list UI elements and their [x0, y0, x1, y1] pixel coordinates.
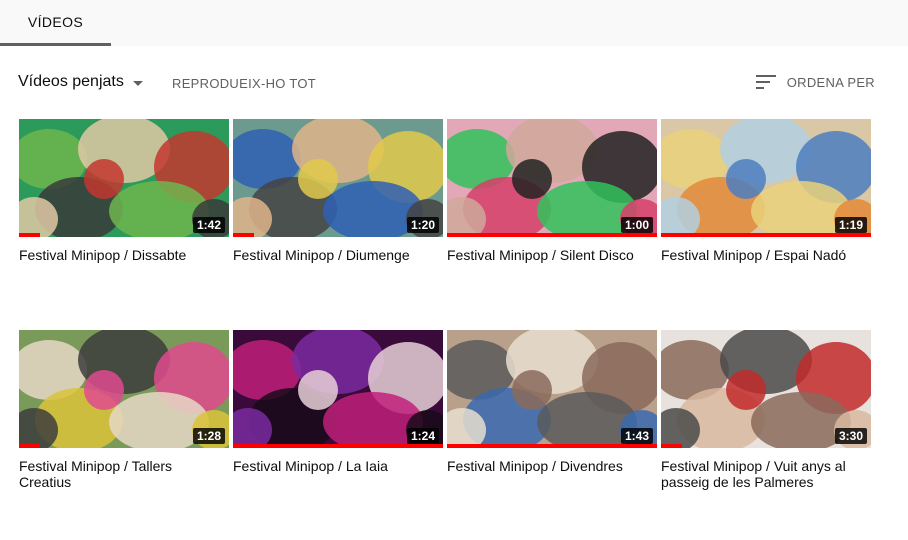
- video-card[interactable]: 3:30 Festival Minipop / Vuit anys al pass…: [661, 330, 871, 490]
- video-thumbnail[interactable]: 1:19: [661, 119, 871, 237]
- video-duration: 1:20: [406, 217, 439, 233]
- video-duration: 3:30: [834, 428, 867, 444]
- video-duration: 1:28: [192, 428, 225, 444]
- play-all-button[interactable]: REPRODUEIX-HO TOT: [172, 73, 316, 93]
- watch-progress-bar: [661, 444, 682, 448]
- video-duration: 1:43: [620, 428, 653, 444]
- video-thumbnail[interactable]: 1:28: [19, 330, 229, 448]
- video-title[interactable]: Festival Minipop / Divendres: [447, 458, 647, 474]
- video-duration: 1:00: [620, 217, 653, 233]
- video-card[interactable]: 1:28 Festival Minipop / Tallers Creatius: [19, 330, 229, 490]
- video-title[interactable]: Festival Minipop / Vuit anys al passeig …: [661, 458, 861, 490]
- video-title[interactable]: Festival Minipop / La Iaia: [233, 458, 433, 474]
- video-thumbnail[interactable]: 1:24: [233, 330, 443, 448]
- video-card[interactable]: 1:00 Festival Minipop / Silent Disco: [447, 119, 657, 263]
- video-card[interactable]: 1:20 Festival Minipop / Diumenge: [233, 119, 443, 263]
- video-title[interactable]: Festival Minipop / Diumenge: [233, 247, 433, 263]
- watch-progress-bar: [447, 444, 657, 448]
- video-card[interactable]: 1:43 Festival Minipop / Divendres: [447, 330, 657, 474]
- video-card[interactable]: 1:19 Festival Minipop / Espai Nadó: [661, 119, 871, 263]
- watch-progress-bar: [447, 233, 657, 237]
- video-thumbnail[interactable]: 1:43: [447, 330, 657, 448]
- video-title[interactable]: Festival Minipop / Dissabte: [19, 247, 219, 263]
- video-thumbnail[interactable]: 1:00: [447, 119, 657, 237]
- watch-progress-bar: [19, 444, 40, 448]
- video-title[interactable]: Festival Minipop / Silent Disco: [447, 247, 647, 263]
- watch-progress-bar: [233, 444, 443, 448]
- video-card[interactable]: 1:42 Festival Minipop / Dissabte: [19, 119, 229, 263]
- sort-icon: [755, 74, 776, 90]
- video-thumbnail[interactable]: 1:42: [19, 119, 229, 237]
- video-duration: 1:42: [192, 217, 225, 233]
- video-thumbnail[interactable]: 3:30: [661, 330, 871, 448]
- caret-down-icon: [132, 80, 143, 86]
- channel-tab-bar: VÍDEOS: [0, 0, 908, 46]
- video-title[interactable]: Festival Minipop / Tallers Creatius: [19, 458, 219, 490]
- uploads-dropdown-label: Vídeos penjats: [18, 73, 124, 90]
- watch-progress-bar: [661, 233, 871, 237]
- video-title[interactable]: Festival Minipop / Espai Nadó: [661, 247, 861, 263]
- watch-progress-bar: [19, 233, 40, 237]
- watch-progress-bar: [233, 233, 254, 237]
- tab-videos[interactable]: VÍDEOS: [0, 0, 111, 46]
- video-duration: 1:19: [834, 217, 867, 233]
- videos-toolbar: Vídeos penjats REPRODUEIX-HO TOT ORDENA …: [0, 60, 908, 104]
- video-thumbnail[interactable]: 1:20: [233, 119, 443, 237]
- video-duration: 1:24: [406, 428, 439, 444]
- video-card[interactable]: 1:24 Festival Minipop / La Iaia: [233, 330, 443, 474]
- sort-by-button[interactable]: ORDENA PER: [755, 71, 875, 93]
- sort-by-label: ORDENA PER: [786, 74, 875, 90]
- uploads-dropdown[interactable]: Vídeos penjats: [18, 72, 143, 92]
